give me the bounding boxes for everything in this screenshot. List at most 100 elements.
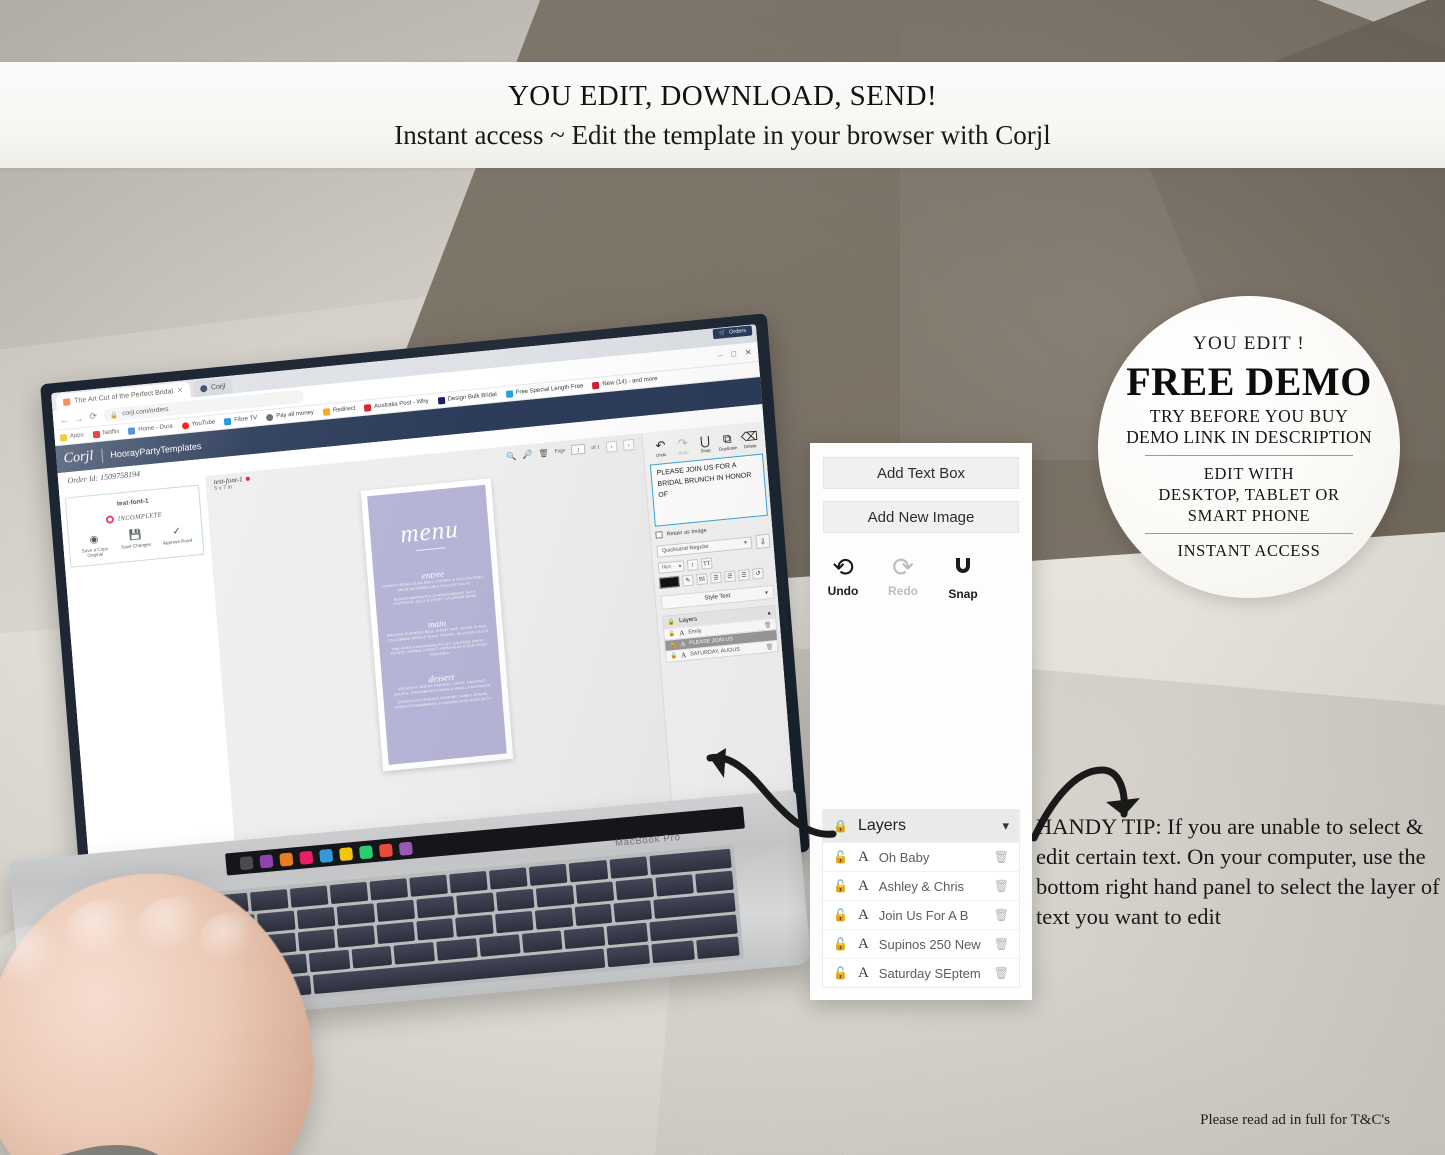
layer-row[interactable]: 🔓 A Ashley & Chris 🗑: [823, 871, 1019, 900]
lock-open-icon[interactable]: 🔓: [668, 631, 675, 638]
align-right-icon[interactable]: ☰: [738, 569, 750, 582]
undo-button[interactable]: ⟲ Undo: [824, 555, 862, 601]
bookmark-label: Design Bulk Bridal: [447, 391, 497, 403]
text-color-swatch[interactable]: [659, 575, 680, 589]
snap-button[interactable]: Snap: [944, 555, 982, 601]
bookmark-item[interactable]: New (14) - and more: [592, 376, 658, 389]
curve-text-icon[interactable]: ↺: [752, 567, 764, 580]
save-copy-button[interactable]: ◉ Save a Copy Original: [77, 533, 113, 559]
chevron-down-icon: ▾: [743, 539, 748, 547]
eyedropper-icon[interactable]: ✎: [682, 574, 694, 587]
trash-icon[interactable]: 🗑: [994, 879, 1009, 894]
browser-tab-title-2: Corjl: [210, 382, 226, 391]
lock-open-icon[interactable]: 🔓: [833, 966, 848, 981]
lock-open-icon[interactable]: 🔓: [670, 653, 677, 660]
bookmark-item[interactable]: Design Bulk Bridal: [437, 391, 497, 405]
maximize-icon[interactable]: □: [731, 349, 737, 358]
bookmark-item[interactable]: Apps: [59, 432, 84, 442]
bookmark-item[interactable]: Pay all money: [265, 409, 314, 421]
trash-icon[interactable]: 🗑: [994, 908, 1009, 923]
align-left-icon[interactable]: ☰: [710, 571, 722, 584]
duplicate-button[interactable]: ⧉ Duplicate: [716, 431, 739, 452]
bookmark-item[interactable]: Australia Post - Why: [363, 398, 429, 412]
approve-proof-button[interactable]: ✓ Approve Proof: [159, 525, 195, 551]
forward-icon[interactable]: →: [74, 413, 84, 424]
bookmark-item[interactable]: Redirect: [322, 405, 356, 416]
bold-italic-icon[interactable]: BI: [696, 573, 708, 586]
lock-open-icon[interactable]: 🔓: [833, 937, 848, 952]
action-label: Save Changes: [120, 541, 152, 550]
chevron-down-icon[interactable]: ▾: [1002, 818, 1009, 834]
layer-row[interactable]: 🔓 A Oh Baby 🗑: [823, 842, 1019, 871]
bookmark-item[interactable]: Netflix: [92, 428, 120, 438]
redo-button[interactable]: ⟳ Redo: [884, 555, 922, 601]
text-layer-icon: A: [680, 650, 687, 660]
add-new-image-button[interactable]: Add New Image: [823, 501, 1019, 533]
header-subtitle: Instant access ~ Edit the template in yo…: [394, 119, 1051, 150]
tool-label: Redo: [678, 449, 689, 456]
window-close-icon[interactable]: ✕: [745, 348, 752, 358]
font-upload-button[interactable]: ⇩: [755, 533, 771, 550]
save-changes-button[interactable]: 💾 Save Changes: [118, 529, 154, 555]
divider: [1145, 454, 1353, 456]
lock-open-icon[interactable]: 🔓: [833, 908, 848, 923]
lock-open-icon[interactable]: 🔓: [833, 879, 848, 894]
reload-icon[interactable]: ⟳: [89, 411, 97, 423]
chevron-left-icon[interactable]: ‹: [605, 440, 618, 453]
tool-label: Snap: [700, 447, 711, 454]
layer-row[interactable]: 🔓 A Saturday SEptem 🗑: [823, 958, 1019, 987]
layer-row[interactable]: 🔓 A Join Us For A B 🗑: [823, 900, 1019, 929]
menu-card[interactable]: menu entree CRISPY PEKING DUCK ROLL, CHE…: [367, 484, 507, 765]
template-thumbnail-card[interactable]: test-font-1 INCOMPLETE ◉ Save a Copy Ori…: [64, 484, 205, 568]
divider: [100, 448, 103, 463]
text-content-input[interactable]: PLEASE JOIN US FOR A BRIDAL BRUNCH IN HO…: [649, 453, 768, 527]
trash-icon[interactable]: 🗑: [765, 632, 773, 640]
duplicate-icon: ⧉: [722, 431, 733, 447]
layer-row[interactable]: 🔓 A Supinos 250 New 🗑: [823, 929, 1019, 958]
callout-tool-row: ⟲ Undo ⟳ Redo Snap: [810, 533, 1032, 602]
lock-icon: 🔒: [109, 411, 119, 420]
bookmark-label: Apps: [69, 432, 84, 440]
callout-layers-header[interactable]: 🔒 Layers ▾: [823, 810, 1019, 842]
line-height-icon[interactable]: ↕: [686, 558, 699, 571]
tab-favicon-icon: [62, 397, 71, 406]
bookmark-label: Home - Dura: [138, 423, 173, 433]
bookmark-item[interactable]: Home - Dura: [128, 423, 173, 435]
trash-icon[interactable]: 🗑: [994, 850, 1009, 865]
font-family-value: Quicksand Regular: [661, 543, 709, 555]
trash-icon[interactable]: 🗑: [538, 448, 549, 458]
canvas-doc-info: test-font-1 5 x 7 in: [213, 475, 250, 492]
trash-icon[interactable]: 🗑: [764, 621, 772, 629]
redo-button[interactable]: ↷ Redo: [671, 436, 694, 456]
checkbox-icon: [655, 531, 663, 539]
corjl-logo[interactable]: Corjl: [63, 448, 94, 467]
bookmark-item[interactable]: Fibre TV: [224, 415, 257, 426]
align-center-icon[interactable]: ☰: [724, 570, 736, 583]
zoom-out-icon[interactable]: 🔎: [522, 449, 533, 459]
text-layer-icon: A: [857, 848, 869, 865]
badge-headline: FREE DEMO: [1126, 358, 1372, 404]
redo-icon: ↷: [677, 435, 689, 451]
delete-button[interactable]: ⌫ Delete: [738, 429, 761, 450]
trash-icon[interactable]: 🗑: [994, 937, 1009, 952]
minimize-icon[interactable]: –: [718, 351, 723, 360]
page-input[interactable]: 1: [570, 443, 586, 456]
lock-open-icon[interactable]: 🔓: [669, 642, 676, 649]
font-size-select[interactable]: 16px ▾: [657, 560, 685, 574]
add-text-box-button[interactable]: Add Text Box: [823, 457, 1019, 489]
trash-icon[interactable]: 🗑: [994, 966, 1009, 981]
page-total: of 1: [591, 444, 601, 452]
back-icon[interactable]: ←: [59, 414, 69, 425]
zoom-in-icon[interactable]: 🔍: [506, 451, 517, 461]
close-icon[interactable]: ✕: [177, 386, 183, 395]
lock-open-icon[interactable]: 🔓: [833, 850, 848, 865]
letter-spacing-icon[interactable]: TT: [700, 557, 713, 570]
layer-name: Supinos 250 New: [878, 936, 981, 952]
bookmark-item[interactable]: YouTube: [181, 419, 216, 430]
snap-button[interactable]: ⋃ Snap: [693, 434, 716, 454]
trash-icon[interactable]: 🗑: [765, 643, 774, 651]
chevron-right-icon[interactable]: ›: [622, 438, 635, 451]
text-layer-icon: A: [857, 935, 869, 952]
badge-line-6: INSTANT ACCESS: [1177, 541, 1321, 561]
undo-button[interactable]: ↶ Undo: [649, 438, 672, 458]
